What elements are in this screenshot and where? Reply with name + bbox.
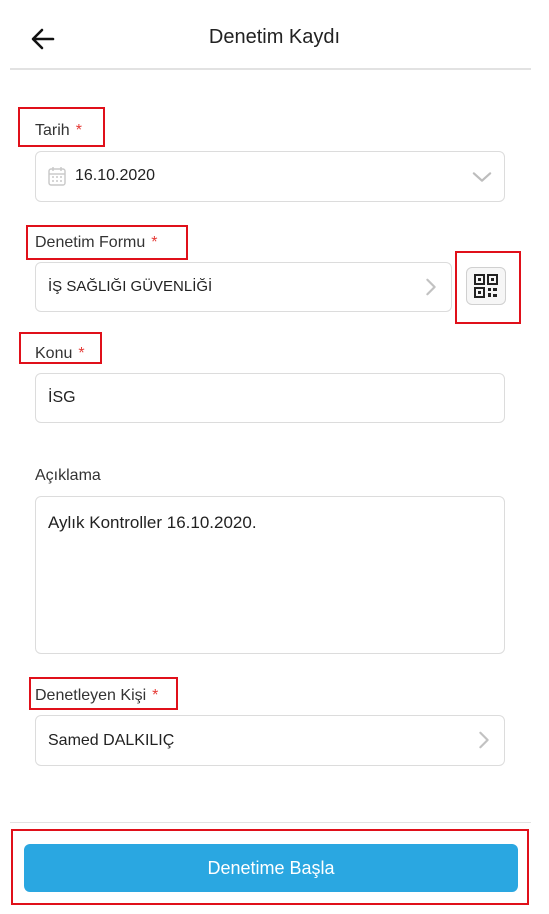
date-label: Tarih * [35,122,82,140]
subject-label-text: Konu [35,345,73,362]
required-asterisk: * [75,122,82,139]
date-picker[interactable]: 16.10.2020 [35,151,505,202]
auditor-select[interactable]: Samed DALKILIÇ [35,715,505,766]
chevron-right-icon [426,278,436,296]
audit-form-label-text: Denetim Formu [35,234,146,251]
subject-input[interactable]: İSG [35,373,505,423]
auditor-label-text: Denetleyen Kişi [35,687,147,704]
chevron-down-icon [472,172,492,182]
start-audit-button[interactable]: Denetime Başla [24,844,518,892]
header-divider [10,68,531,70]
subject-label: Konu * [35,345,85,363]
required-asterisk: * [78,345,85,362]
required-asterisk: * [152,687,159,704]
audit-form-select[interactable]: İŞ SAĞLIĞI GÜVENLİĞİ [35,262,452,312]
audit-form-value: İŞ SAĞLIĞI GÜVENLİĞİ [48,278,213,295]
app-header: Denetim Kaydı [0,0,549,70]
subject-value: İSG [48,389,76,406]
qr-code-icon [474,274,498,298]
auditor-value: Samed DALKILIÇ [48,732,175,749]
qr-scan-button[interactable] [466,267,506,305]
chevron-right-icon [479,731,489,749]
audit-form-label: Denetim Formu * [35,234,157,252]
date-label-text: Tarih [35,122,70,139]
description-textarea[interactable]: Aylık Kontroller 16.10.2020. [35,496,505,654]
required-asterisk: * [151,234,158,251]
footer-divider [10,822,531,823]
calendar-icon [48,167,66,186]
auditor-label: Denetleyen Kişi * [35,687,158,705]
date-value: 16.10.2020 [75,167,156,184]
page-title: Denetim Kaydı [208,26,341,48]
description-label: Açıklama [35,467,101,484]
